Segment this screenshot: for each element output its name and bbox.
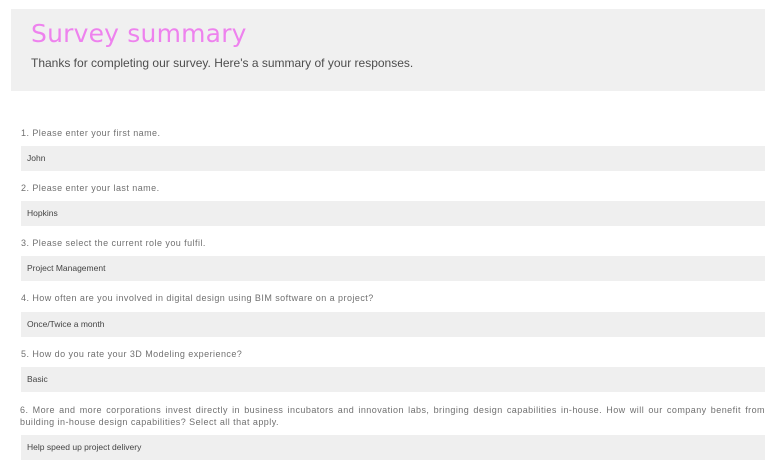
question-4-answer: Once/Twice a month	[21, 312, 765, 337]
question-3-answer: Project Management	[21, 256, 765, 281]
question-3-label: 3. Please select the current role you fu…	[21, 238, 206, 248]
question-5-label: 5. How do you rate your 3D Modeling expe…	[21, 349, 243, 359]
question-5-answer: Basic	[21, 367, 765, 392]
question-2-answer: Hopkins	[21, 201, 765, 226]
question-1-answer: John	[21, 146, 765, 171]
question-4-label: 4. How often are you involved in digital…	[21, 293, 374, 303]
question-2-label: 2. Please enter your last name.	[21, 183, 160, 193]
page-title: Survey summary	[31, 19, 247, 48]
question-6-label: 6. More and more corporations invest dir…	[20, 405, 765, 427]
question-6-answer: Help speed up project delivery	[21, 435, 765, 460]
question-1-label: 1. Please enter your first name.	[21, 128, 161, 138]
survey-header: Survey summary Thanks for completing our…	[11, 9, 765, 91]
page-subtitle: Thanks for completing our survey. Here's…	[31, 56, 414, 70]
